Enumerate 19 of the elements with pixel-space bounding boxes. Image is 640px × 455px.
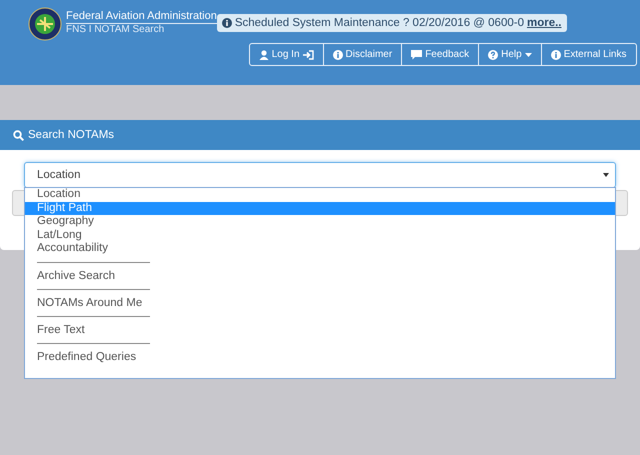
dropdown-option[interactable]: Accountability bbox=[25, 242, 615, 256]
panel-title: Search NOTAMs bbox=[28, 129, 114, 141]
dropdown-option[interactable]: Geography bbox=[25, 215, 615, 228]
dropdown-option[interactable]: Archive Search bbox=[25, 268, 615, 282]
agency-name: Federal Aviation Administration bbox=[66, 10, 217, 24]
dropdown-option[interactable]: Location bbox=[25, 188, 615, 202]
nav-button[interactable]: Log In bbox=[248, 43, 324, 66]
more-link[interactable]: more.. bbox=[526, 17, 562, 29]
dropdown-option[interactable]: Lat/Long bbox=[25, 228, 615, 242]
nav-button[interactable]: Help bbox=[478, 43, 542, 66]
nav-button[interactable]: Feedback bbox=[401, 43, 480, 66]
notice-text: Scheduled System Maintenance ? 02/20/2016 @ 0600-0 bbox=[234, 17, 524, 29]
site-subtitle: FNS I NOTAM Search bbox=[66, 24, 166, 35]
dropdown-option[interactable]: Free Text bbox=[25, 322, 615, 336]
dropdown-option[interactable]: Predefined Queries bbox=[25, 350, 615, 364]
nav-button[interactable]: Disclaimer bbox=[322, 43, 402, 66]
search-type-select[interactable]: Location bbox=[24, 162, 616, 188]
dropdown-option[interactable]: NOTAMs Around Me bbox=[25, 296, 615, 310]
nav-button[interactable]: External Links bbox=[540, 43, 636, 66]
